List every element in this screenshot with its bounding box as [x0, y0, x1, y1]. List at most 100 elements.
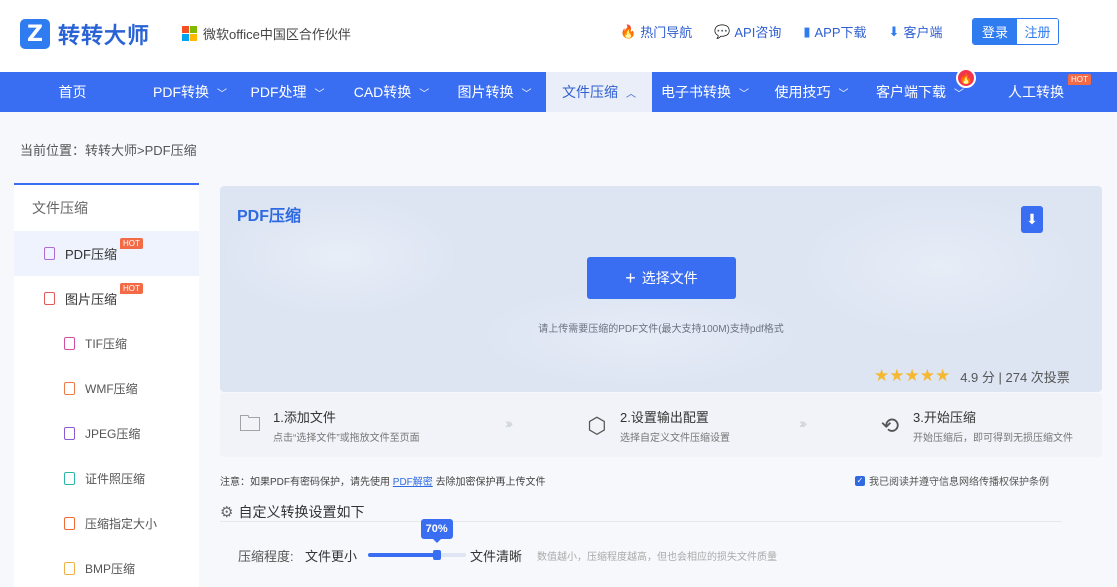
compression-slider[interactable]: 70% [368, 519, 466, 560]
nav-ebook-convert[interactable]: 电子书转换 ﹀ [652, 72, 758, 112]
settings-title-text: 自定义转换设置如下 [238, 504, 365, 520]
sidebar-item-jpeg-compress[interactable]: JPEG压缩 [14, 411, 199, 456]
note-prefix: 注意：如果PDF有密码保护，请先使用 [220, 477, 390, 488]
chevron-down-icon: ﹀ [739, 88, 749, 100]
fire-badge-icon: 🔥 [956, 68, 976, 88]
compression-label: 压缩程度: [238, 549, 294, 564]
nav-cad-convert[interactable]: CAD转换 ﹀ [340, 72, 443, 112]
register-button[interactable]: 注册 [1017, 19, 1058, 44]
sidebar-item-label: TIF压缩 [85, 337, 127, 351]
slider-value-tooltip: 70% [420, 519, 453, 543]
decrypt-note: 注意：如果PDF有密码保护，请先使用 PDF解密 去除加密保护再上传文件 [220, 473, 546, 488]
hot-nav-label: 热门导航 [640, 25, 693, 40]
agree-label: 我已阅读并遵守信息网络传播权保护条例 [869, 477, 1049, 488]
phone-icon: ▮ [803, 23, 811, 39]
rating: ★★★★★ 4.9 分 | 274 次投票 [874, 366, 1070, 386]
sidebar-item-label: JPEG压缩 [85, 427, 141, 441]
agree-terms[interactable]: ✓ 我已阅读并遵守信息网络传播权保护条例 [855, 473, 1049, 488]
api-consult-link[interactable]: 💬 API咨询 [714, 22, 781, 41]
wmf-file-icon [64, 382, 75, 395]
sidebar-item-pdf-compress[interactable]: PDF压缩 HOT [14, 231, 199, 276]
rating-text: 4.9 分 | 274 次投票 [960, 369, 1070, 385]
nav-tips[interactable]: 使用技巧 ﹀ [758, 72, 865, 112]
gear-icon: ⚙ [220, 504, 234, 521]
nav-label: CAD转换 [353, 84, 412, 100]
sidebar-item-label: PDF压缩 [65, 247, 118, 262]
chevron-down-icon: ﹀ [314, 88, 325, 100]
sidebar-item-label: 证件照压缩 [85, 472, 146, 486]
slider-min-label: 文件更小 [305, 549, 358, 564]
auth-buttons: 登录 注册 [972, 18, 1059, 45]
pdf-file-icon [44, 247, 55, 260]
sidebar-heading: 文件压缩 [32, 200, 88, 216]
partner-label: 微软office中国区合作伙伴 [182, 24, 351, 43]
select-file-button[interactable]: + 选择文件 [587, 257, 736, 299]
slider-fill [368, 553, 437, 557]
sidebar-item-label: 压缩指定大小 [85, 517, 158, 531]
sidebar-item-tif-compress[interactable]: TIF压缩 [14, 321, 199, 366]
download-icon[interactable]: ⬇ [1021, 206, 1043, 233]
compress-icon: ⟲ [880, 412, 900, 438]
nav-label: 客户端下载 [876, 84, 946, 100]
sidebar-item-size-compress[interactable]: 压缩指定大小 [14, 501, 199, 546]
app-download-link[interactable]: ▮ APP下载 [803, 22, 866, 41]
divider [220, 521, 1062, 522]
panel-title: PDF压缩 [237, 208, 302, 225]
client-link[interactable]: ⬇ 客户端 [889, 22, 943, 41]
microsoft-logo-icon [182, 26, 197, 41]
partner-text: 微软office中国区合作伙伴 [203, 27, 351, 42]
nav-image-convert[interactable]: 图片转换 ﹀ [443, 72, 546, 112]
chevron-up-icon: ︿ [626, 88, 636, 100]
nav-pdf-convert[interactable]: PDF转换 ﹀ [145, 72, 235, 112]
sidebar-item-wmf-compress[interactable]: WMF压缩 [14, 366, 199, 411]
sidebar-item-label: 图片压缩 [65, 292, 118, 307]
api-consult-label: API咨询 [734, 25, 782, 40]
chevron-down-icon: ﹀ [419, 88, 430, 100]
brand-name: 转转大师 [58, 23, 151, 48]
sidebar-item-image-compress[interactable]: 图片压缩 HOT [14, 276, 199, 321]
step-arrow-icon: ››› [799, 415, 807, 431]
settings-icon: ⬡ [587, 412, 607, 438]
hot-badge: HOT [120, 238, 143, 249]
top-header: Z 转转大师 微软office中国区合作伙伴 🔥 热门导航 💬 API咨询 ▮ … [0, 0, 1117, 72]
bmp-file-icon [64, 562, 75, 575]
nav-pdf-process[interactable]: PDF处理 ﹀ [235, 72, 340, 112]
slider-max-label: 文件清晰 [470, 549, 523, 564]
client-label: 客户端 [903, 25, 943, 40]
nav-label: 电子书转换 [661, 84, 731, 100]
sidebar-item-id-photo-compress[interactable]: 证件照压缩 [14, 456, 199, 501]
step-title: 1.添加文件 [273, 410, 336, 425]
hot-nav-link[interactable]: 🔥 热门导航 [620, 22, 692, 41]
note-suffix: 去除加密保护再上传文件 [435, 477, 546, 488]
agree-checkbox[interactable]: ✓ [855, 475, 865, 486]
size-file-icon [64, 517, 75, 530]
step-settings: ⬡ 2.设置输出配置 选择自定义文件压缩设置 [583, 407, 730, 444]
nav-label: 使用技巧 [774, 84, 831, 100]
step-title: 3.开始压缩 [913, 410, 976, 425]
top-links: 🔥 热门导航 💬 API咨询 ▮ APP下载 ⬇ 客户端 [620, 22, 964, 41]
main-nav: 首页 PDF转换 ﹀ PDF处理 ﹀ CAD转换 ﹀ 图片转换 ﹀ 文件压缩 ︿ 电子书转… [0, 68, 1117, 112]
compression-hint: 数值越小，压缩程度越高，但也会相应的损失文件质量 [537, 552, 777, 563]
chevron-down-icon: ﹀ [838, 88, 849, 100]
app-download-label: APP下载 [814, 25, 867, 40]
login-button[interactable]: 登录 [973, 19, 1017, 44]
chat-icon: 💬 [714, 23, 731, 39]
star-rating-icon: ★★★★★ [874, 366, 951, 385]
logo-mark-icon: Z [20, 19, 50, 49]
download-icon: ⬇ [888, 23, 900, 39]
id-photo-icon [64, 472, 75, 485]
nav-file-compress[interactable]: 文件压缩 ︿ [546, 72, 652, 112]
pdf-decrypt-link[interactable]: PDF解密 [393, 477, 433, 488]
nav-home[interactable]: 首页 [0, 72, 145, 112]
nav-client-download[interactable]: 客户端下载 ﹀ 🔥 [865, 68, 976, 112]
brand-logo[interactable]: Z 转转大师 [20, 18, 150, 50]
slider-handle[interactable] [432, 550, 441, 560]
step-arrow-icon: ››› [505, 415, 513, 431]
settings-title: ⚙ 自定义转换设置如下 [220, 502, 364, 522]
step-add-file: 🗀 1.添加文件 点击“选择文件”或拖放文件至页面 [236, 407, 420, 444]
upload-panel[interactable]: PDF压缩 ⬇ + 选择文件 请上传需要压缩的PDF文件(最大支持100M)支持… [220, 186, 1102, 392]
jpeg-file-icon [64, 427, 75, 440]
nav-manual-convert[interactable]: 人工转换 HOT [975, 72, 1097, 112]
step-start: ⟲ 3.开始压缩 开始压缩后，即可得到无损压缩文件 [876, 407, 1073, 444]
sidebar-item-bmp-compress[interactable]: BMP压缩 [14, 546, 199, 587]
